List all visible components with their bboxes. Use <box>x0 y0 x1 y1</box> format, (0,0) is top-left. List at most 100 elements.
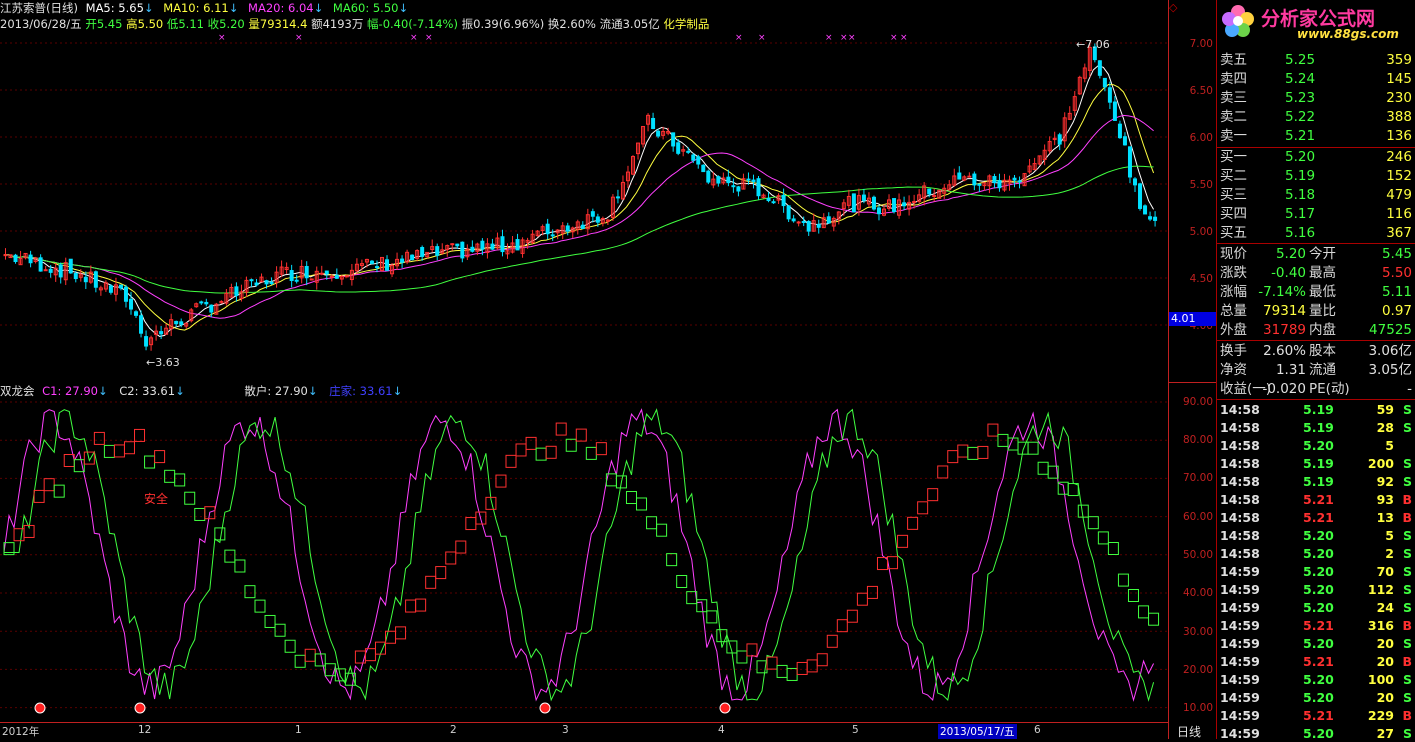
dragon-block <box>123 441 135 455</box>
quote-value: 31789 <box>1263 322 1306 338</box>
tick-price: 5.21 <box>1303 654 1334 669</box>
dragon-block <box>174 473 186 487</box>
tick-row: 14:58 5.19 28 S <box>1217 419 1415 436</box>
stat-value: - <box>1407 381 1412 397</box>
high-marker: ←7.06 <box>1076 38 1110 51</box>
dragon-block <box>53 484 65 498</box>
axis-tick: 6.00 <box>1189 132 1213 144</box>
tick-side: B <box>1402 708 1412 723</box>
dragon-block <box>1107 542 1119 556</box>
tick-side: B <box>1402 618 1412 633</box>
chart-area[interactable]: × × × × × × × × × × × 江苏索普(日线) MA5: 5.65↓ MA10: 6.… <box>0 0 1168 739</box>
candle <box>816 223 821 228</box>
open-label: 开5.45 <box>85 17 123 31</box>
dragon-block <box>43 478 55 492</box>
quote-label: 最高 <box>1309 265 1336 281</box>
low-marker: ←3.63 <box>146 356 180 369</box>
dragon-block <box>93 431 105 445</box>
stat-label: 换手 <box>1220 343 1247 359</box>
dragon-block <box>937 465 949 479</box>
candle <box>595 216 600 223</box>
period-button[interactable]: 日线 <box>1177 723 1201 740</box>
tick-volume: 316 <box>1367 618 1394 633</box>
tick-side: B <box>1402 510 1412 525</box>
order-volume: 145 <box>1386 71 1412 87</box>
candle <box>771 201 776 204</box>
candle <box>545 223 550 235</box>
signal-dot <box>134 702 146 714</box>
candle <box>696 156 701 165</box>
tick-row: 14:59 5.20 27 S <box>1217 725 1415 742</box>
tick-price: 5.21 <box>1303 510 1334 525</box>
tick-side: S <box>1402 564 1412 579</box>
stat-row: 换手 2.60% 股本 3.06亿 <box>1217 342 1415 360</box>
order-level: 买一 <box>1220 149 1247 165</box>
stat-value: 2.60% <box>1263 343 1306 359</box>
dragon-block <box>666 553 678 567</box>
orderbook-row: 买二 5.19 152 <box>1217 167 1415 185</box>
dragon-block <box>706 610 718 624</box>
dragon-block <box>545 445 557 459</box>
candlestick-chart[interactable]: × × × × × × × × × × × <box>0 0 1168 380</box>
dragon-block <box>876 557 888 571</box>
tick-side: S <box>1402 582 1412 597</box>
order-price: 5.20 <box>1285 149 1316 165</box>
candle <box>470 246 475 252</box>
dragon-block <box>947 450 959 464</box>
candle <box>902 202 907 207</box>
candle <box>83 276 88 283</box>
candle <box>129 298 133 310</box>
tick-price: 5.20 <box>1303 546 1334 561</box>
dragon-block <box>866 585 878 599</box>
candle <box>13 254 18 263</box>
candle <box>550 234 555 237</box>
dragon-block <box>435 566 447 580</box>
x-label: 6 <box>1034 724 1041 736</box>
candle <box>73 273 78 280</box>
dragon-block <box>836 619 848 633</box>
stat-row: 净资 1.31 流通 3.05亿 <box>1217 361 1415 379</box>
order-level: 买四 <box>1220 206 1247 222</box>
tick-volume: 2 <box>1385 546 1394 561</box>
tick-time: 14:58 <box>1220 474 1260 489</box>
stat-label: PE(动) <box>1309 381 1350 397</box>
signal-dot <box>539 702 551 714</box>
tick-time: 14:59 <box>1220 636 1260 651</box>
tick-row: 14:58 5.19 59 S <box>1217 401 1415 418</box>
dragon-block <box>786 667 798 681</box>
tick-volume: 28 <box>1376 420 1394 435</box>
tick-volume: 20 <box>1376 636 1394 651</box>
close-icon[interactable]: ◇ <box>1169 2 1181 14</box>
dragon-block <box>33 489 45 503</box>
tick-side: S <box>1402 474 1412 489</box>
marker-x: × <box>735 33 743 43</box>
tick-side: S <box>1402 690 1412 705</box>
tick-price: 5.19 <box>1303 456 1334 471</box>
candle <box>289 270 294 282</box>
dragon-block <box>555 422 567 436</box>
quote-row: 涨跌 -0.40 最高 5.50 <box>1217 264 1415 282</box>
candle <box>1138 183 1143 209</box>
marker-x: × <box>840 33 848 43</box>
order-level: 买三 <box>1220 187 1247 203</box>
order-level: 卖二 <box>1220 109 1247 125</box>
tick-price: 5.21 <box>1303 492 1334 507</box>
dragon-block <box>164 469 176 483</box>
candle <box>400 258 405 263</box>
tick-price: 5.21 <box>1303 708 1334 723</box>
quote-label: 今开 <box>1309 246 1336 262</box>
tick-volume: 13 <box>1376 510 1394 525</box>
axis-tick: 30.00 <box>1182 626 1213 638</box>
candle <box>1097 60 1102 76</box>
stat-value: 3.06亿 <box>1368 343 1412 359</box>
tick-side: S <box>1402 456 1412 471</box>
dragon-block <box>134 428 146 442</box>
dragon-block <box>374 641 386 655</box>
candle <box>806 221 811 232</box>
candle <box>992 176 997 184</box>
tick-list[interactable]: 14:58 5.19 59 S 14:58 5.19 28 S 14:58 5.20 5 14:58 5… <box>1217 401 1415 742</box>
candle <box>671 132 676 147</box>
candle <box>912 201 917 204</box>
indicator-chart[interactable] <box>0 382 1168 722</box>
c1-label: C1: 27.90 <box>42 384 98 398</box>
